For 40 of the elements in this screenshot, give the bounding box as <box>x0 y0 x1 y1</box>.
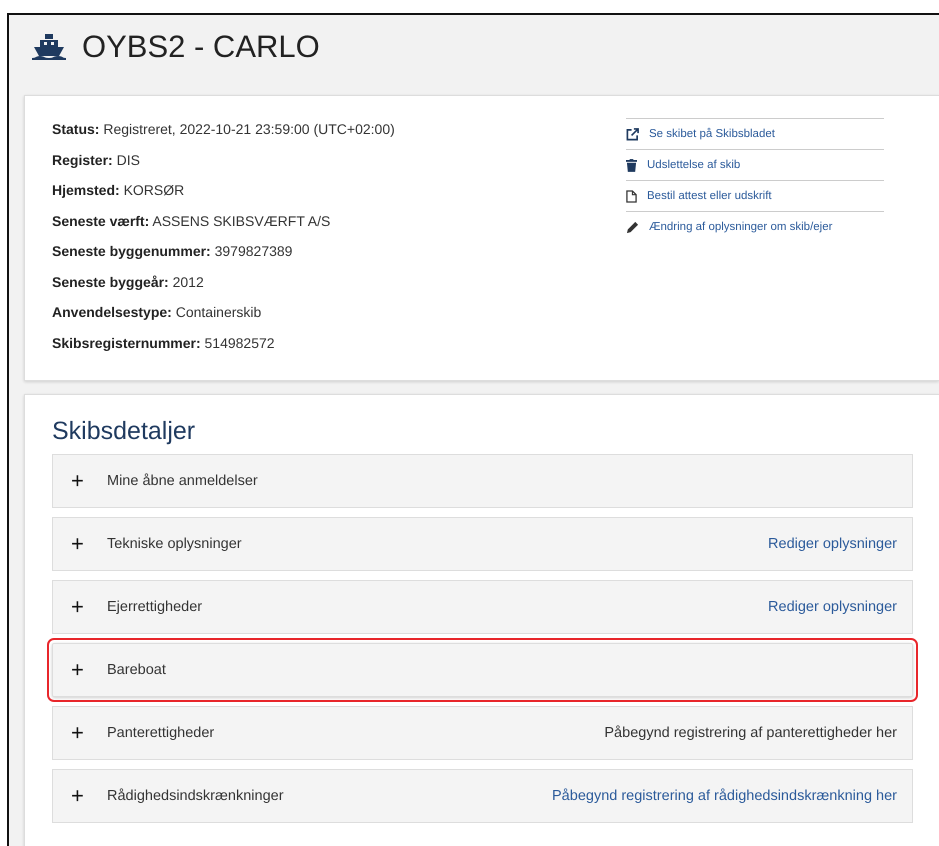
section-heading: Skibsdetaljer <box>52 417 196 446</box>
edit-link[interactable]: Rediger oplysninger <box>768 599 897 615</box>
document-icon <box>626 190 637 202</box>
action-link[interactable]: Udslettelse af skib <box>626 149 884 180</box>
info-field: Seneste byggenummer: 3979827389 <box>52 236 626 266</box>
ship-icon <box>32 34 66 60</box>
page-title: OYBS2 - CARLO <box>82 29 320 65</box>
expand-toggle[interactable]: + <box>71 783 107 809</box>
edit-link[interactable]: Påbegynd registrering af rådighedsindskrænkning her <box>552 788 897 804</box>
trash-icon <box>626 158 637 172</box>
info-field: Anvendelsestype: Containerskib <box>52 297 626 328</box>
action-text: Påbegynd registrering af panterettigheder her <box>604 725 897 741</box>
info-field: Status: Registreret, 2022-10-21 23:59:00 (UTC+02:00) <box>52 114 626 144</box>
accordion-header[interactable]: + Tekniske oplysninger Rediger oplysninger <box>52 517 913 571</box>
expand-toggle[interactable]: + <box>71 720 107 746</box>
expand-toggle[interactable]: + <box>71 468 107 494</box>
info-field: Register: DIS <box>52 144 626 175</box>
edit-link[interactable]: Rediger oplysninger <box>768 536 897 552</box>
accordion-header[interactable]: + Mine åbne anmeldelser <box>52 454 913 508</box>
accordion-title: Bareboat <box>107 662 167 678</box>
pencil-icon <box>626 220 639 234</box>
info-field: Seneste byggeår: 2012 <box>52 266 626 297</box>
info-field: Skibsregisternummer: 514982572 <box>52 328 626 358</box>
accordion-title: Ejerrettigheder <box>107 599 204 615</box>
action-link[interactable]: Bestil attest eller udskrift <box>626 180 884 211</box>
accordion-title: Tekniske oplysninger <box>107 536 243 552</box>
info-field: Seneste værft: ASSENS SKIBSVÆRFT A/S <box>52 206 626 236</box>
info-field: Hjemsted: KORSØR <box>52 175 626 206</box>
accordion-header[interactable]: + Ejerrettigheder Rediger oplysninger <box>52 580 913 634</box>
accordion-title: Rådighedsindskrænkninger <box>107 788 285 804</box>
expand-toggle[interactable]: + <box>71 594 107 620</box>
expand-toggle[interactable]: + <box>71 657 107 683</box>
accordion-title: Mine åbne anmeldelser <box>107 473 259 489</box>
accordion-header[interactable]: + Panterettigheder Påbegynd registrering af panterettigheder her <box>52 706 913 760</box>
action-link[interactable]: Se skibet på Skibsbladet <box>626 118 884 149</box>
external-link-icon <box>626 128 639 140</box>
action-link[interactable]: Ændring af oplysninger om skib/ejer <box>626 211 884 242</box>
accordion-title: Panterettigheder <box>107 725 216 741</box>
expand-toggle[interactable]: + <box>71 531 107 557</box>
accordion-header[interactable]: + Rådighedsindskrænkninger Påbegynd registrering af rådighedsindskrænkning her <box>52 769 913 823</box>
